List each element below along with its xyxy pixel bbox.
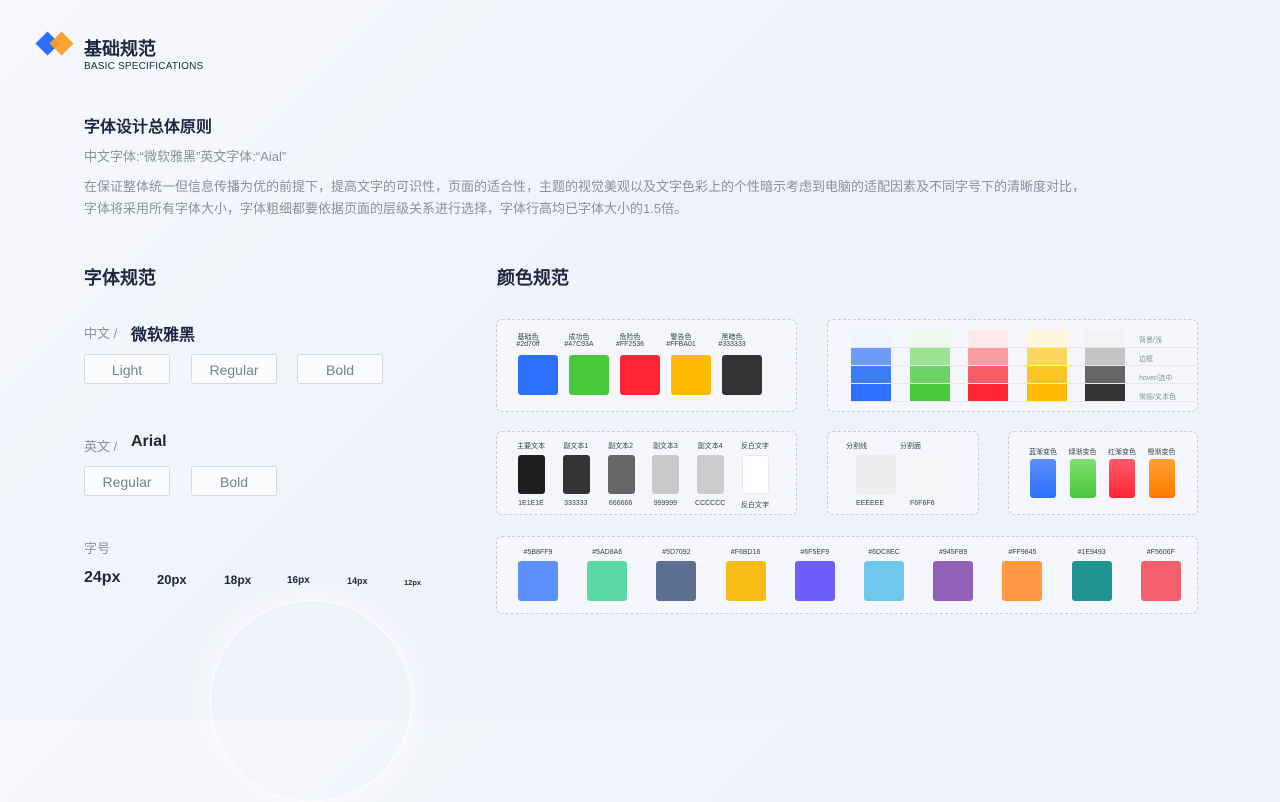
scale-row-label: hover/选中: [1139, 375, 1173, 382]
scale-swatch: [909, 366, 950, 383]
cn-font-label: 中文 /: [84, 326, 118, 341]
cn-weight-regular[interactable]: Regular: [191, 354, 277, 384]
principle-paragraph: 在保证整体统一但信息传播为优的前提下，提高文字的可识性，页面的适合性，主题的视觉…: [84, 176, 1144, 220]
size-18: 18px: [224, 573, 252, 587]
text-color-swatch: [742, 455, 769, 494]
gradient-color-name: 橙渐变色: [1147, 449, 1176, 456]
paragraph-line-1: 在保证整体统一但信息传播为优的前提下，提高文字的可识性，页面的适合性，主题的视觉…: [84, 179, 1086, 194]
text-color-swatch: [697, 455, 725, 494]
cn-weight-light[interactable]: Light: [84, 354, 170, 384]
scale-row-label: 边框: [1139, 356, 1153, 363]
palette-swatch: [1140, 561, 1181, 601]
scale-swatch: [968, 330, 1008, 347]
base-color-swatch: [620, 355, 660, 395]
scale-divider: [851, 383, 1196, 384]
size-14: 14px: [347, 576, 368, 586]
palette-hex: #945FB9: [938, 549, 968, 556]
scale-swatch: [851, 384, 891, 401]
logo-icon: [35, 31, 74, 56]
cn-font-name: 微软雅黑: [131, 327, 196, 344]
page-title: 基础规范: [84, 39, 156, 59]
gradient-color-swatch: [1069, 459, 1096, 498]
palette-hex: #6F5EF9: [800, 549, 830, 556]
scale-swatch: [1026, 366, 1067, 383]
palette-hex: #5D7092: [662, 549, 691, 556]
scale-swatch: [968, 366, 1008, 383]
text-color-hex: 反白文字: [741, 502, 769, 509]
size-16: 16px: [287, 575, 310, 586]
divider-color-hex: F6F6F6: [910, 500, 935, 507]
size-20: 20px: [157, 572, 187, 587]
divider-color-hex: EEEEEE: [856, 500, 885, 507]
scale-swatch: [851, 330, 891, 347]
scale-swatch: [968, 384, 1008, 401]
palette-hex: #1E9493: [1077, 549, 1106, 556]
text-color-swatch: [518, 455, 545, 494]
scale-divider: [851, 347, 1196, 348]
base-color-hex: #333333: [718, 341, 746, 348]
page-subtitle: BASIC SPECIFICATIONS: [84, 61, 204, 72]
fonts-line: 中文字体:“微软雅黑”英文字体:“Aial”: [84, 149, 287, 164]
base-color-swatch: [671, 355, 711, 395]
scale-swatch: [851, 366, 891, 383]
palette-swatch: [1002, 561, 1043, 601]
scale-swatch: [1026, 330, 1067, 347]
palette-swatch: [864, 561, 904, 601]
palette-swatch: [933, 561, 974, 601]
size-24: 24px: [84, 569, 121, 586]
palette-swatch: [587, 561, 628, 601]
scale-swatch: [1026, 384, 1067, 401]
cn-weight-bold[interactable]: Bold: [297, 354, 383, 384]
base-color-swatch: [722, 355, 762, 395]
base-color-swatch: [518, 355, 558, 395]
font-size-label: 字号: [84, 541, 111, 556]
palette-hex: #F6BD16: [730, 549, 761, 556]
gradient-color-swatch: [1109, 459, 1135, 498]
palette-hex: #5AD8A6: [592, 549, 623, 556]
text-color-swatch: [607, 455, 635, 494]
paragraph-line-2: 字体将采用所有字体大小，字体粗细都要依据页面的层级关系进行选择，字体行高均已字体…: [84, 201, 688, 216]
palette-swatch: [725, 561, 766, 601]
palette-swatch: [518, 561, 558, 601]
en-font-label: 英文 /: [84, 439, 118, 454]
palette-swatch: [656, 561, 697, 601]
divider-color-swatch: [856, 455, 896, 495]
palette-hex: #5B8FF9: [523, 549, 553, 556]
scale-swatch: [1026, 348, 1067, 365]
en-weight-regular[interactable]: Regular: [84, 466, 170, 496]
scale-swatch: [1085, 384, 1125, 401]
color-spec-heading: 颜色规范: [497, 268, 569, 288]
scale-row-label: 常规/文本色: [1139, 394, 1176, 401]
size-12: 12px: [404, 578, 422, 587]
divider-color-name: 分割面: [900, 443, 921, 450]
font-spec-heading: 字体规范: [84, 268, 156, 288]
en-weight-bold[interactable]: Bold: [191, 466, 277, 496]
palette-hex: #F5606F: [1146, 549, 1175, 556]
principle-heading: 字体设计总体原则: [84, 119, 213, 136]
text-color-swatch: [652, 455, 680, 494]
scale-swatch: [1085, 366, 1125, 383]
palette-swatch: [1071, 561, 1112, 601]
palette-hex: #FF9845: [1008, 549, 1037, 556]
scale-swatch: [851, 348, 891, 365]
divider-color-swatch: [910, 455, 950, 495]
base-color-swatch: [569, 355, 609, 395]
scale-swatch: [1085, 348, 1125, 365]
en-font-name: Arial: [131, 433, 167, 450]
decorative-glow: [210, 600, 412, 802]
scale-row-label: 背景/浅: [1139, 337, 1162, 344]
palette-hex: #6DC8EC: [868, 549, 900, 556]
scale-swatch: [968, 348, 1008, 365]
gradient-color-swatch: [1030, 459, 1056, 498]
scale-divider: [851, 365, 1196, 366]
gradient-color-swatch: [1148, 459, 1175, 498]
scale-swatch: [909, 384, 950, 401]
scale-swatch: [909, 348, 950, 365]
scale-swatch: [1085, 330, 1125, 347]
palette-swatch: [794, 561, 835, 601]
divider-color-name: 分割线: [846, 443, 867, 450]
text-color-name: 反白文字: [741, 443, 769, 450]
text-color-swatch: [562, 455, 590, 494]
scale-swatch: [909, 330, 950, 347]
